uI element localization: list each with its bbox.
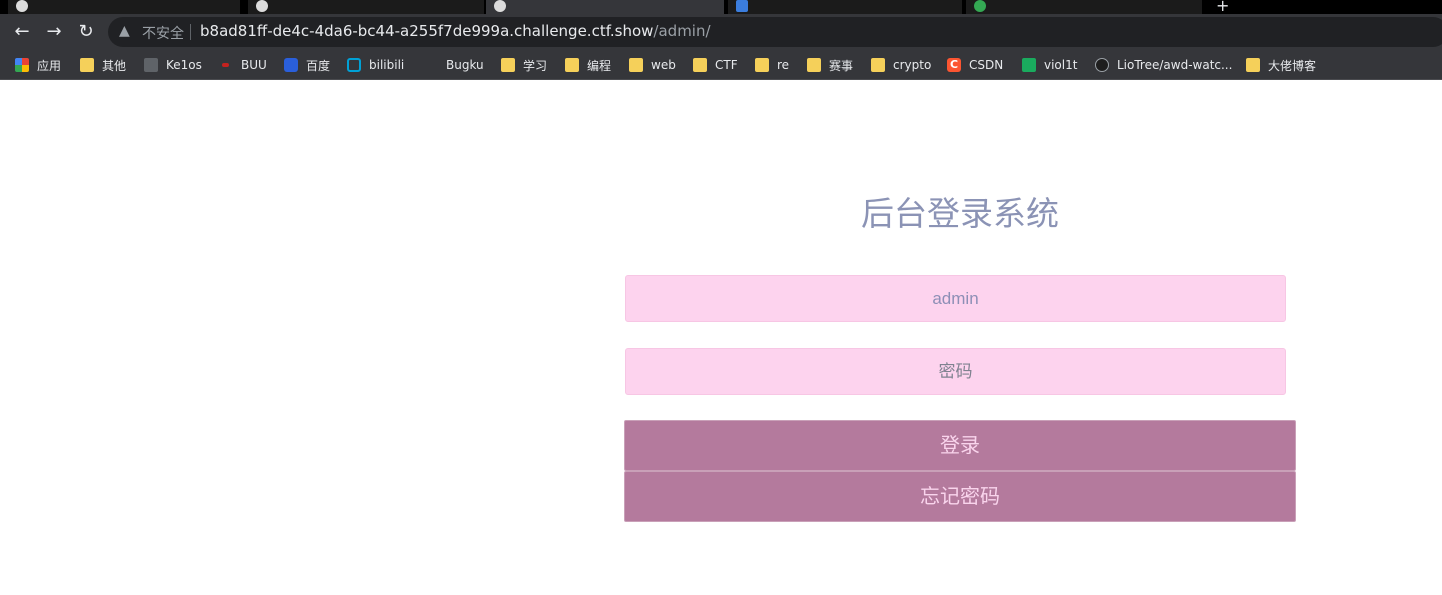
page-content: 后台登录系统 登录 忘记密码 xyxy=(0,81,1442,595)
tab-strip: + xyxy=(0,0,1442,14)
favicon-icon xyxy=(16,0,28,12)
url-text[interactable]: b8ad81ff-de4c-4da6-bc44-a255f7de999a.cha… xyxy=(200,22,711,40)
divider xyxy=(190,24,191,40)
folder-icon xyxy=(871,58,885,72)
bookmark-label: LioTree/awd-watc... xyxy=(1117,58,1233,72)
folder-icon xyxy=(565,58,579,72)
bookmark-label: 应用 xyxy=(37,58,62,73)
bookmark-github[interactable]: LioTree/awd-watc... xyxy=(1095,56,1232,74)
bookmark-baidu[interactable]: 百度 xyxy=(284,56,330,74)
bookmark-web[interactable]: web xyxy=(629,56,676,74)
tab[interactable] xyxy=(248,0,484,14)
bookmark-viol1t[interactable]: viol1t xyxy=(1022,56,1077,74)
bookmark-csdn[interactable]: C CSDN xyxy=(947,56,1003,74)
tab-active[interactable] xyxy=(486,0,724,14)
warning-icon[interactable]: ▲ xyxy=(119,23,133,39)
url-path: /admin/ xyxy=(653,22,711,40)
password-input[interactable] xyxy=(625,348,1286,395)
site-icon xyxy=(1022,58,1036,72)
site-icon xyxy=(219,58,233,72)
bookmark-bugku[interactable]: Bugku xyxy=(424,56,484,74)
address-bar[interactable]: ▲ 不安全 b8ad81ff-de4c-4da6-bc44-a255f7de99… xyxy=(108,17,1442,47)
site-icon xyxy=(144,58,158,72)
bookmark-label: 学习 xyxy=(523,58,548,73)
favicon-icon xyxy=(494,0,506,12)
forward-icon[interactable]: → xyxy=(41,19,67,45)
bookmark-label: re xyxy=(777,58,790,72)
bookmark-label: 其他 xyxy=(102,58,127,73)
bookmark-label: Bugku xyxy=(446,58,484,72)
reload-icon[interactable]: ↻ xyxy=(73,19,99,45)
favicon-icon xyxy=(736,0,748,12)
forgot-password-button[interactable]: 忘记密码 xyxy=(624,471,1296,522)
back-icon[interactable]: ← xyxy=(9,19,35,45)
bookmark-ke1os[interactable]: Ke1os xyxy=(144,56,202,74)
url-host: b8ad81ff-de4c-4da6-bc44-a255f7de999a.cha… xyxy=(200,22,654,40)
bilibili-icon xyxy=(347,58,361,72)
bookmark-label: Ke1os xyxy=(166,58,202,72)
bookmark-buu[interactable]: BUU xyxy=(219,56,267,74)
tab[interactable] xyxy=(728,0,962,14)
folder-icon xyxy=(1246,58,1260,72)
new-tab-button[interactable]: + xyxy=(1216,0,1229,14)
bookmark-label: 编程 xyxy=(587,58,612,73)
apps-grid-icon xyxy=(15,58,29,72)
security-label[interactable]: 不安全 xyxy=(142,23,184,43)
bookmark-re[interactable]: re xyxy=(755,56,789,74)
folder-icon xyxy=(807,58,821,72)
github-icon xyxy=(1095,58,1109,72)
bookmark-coding[interactable]: 编程 xyxy=(565,56,611,74)
folder-icon xyxy=(693,58,707,72)
csdn-icon: C xyxy=(947,58,961,72)
baidu-icon xyxy=(284,58,298,72)
bookmark-blogs[interactable]: 大佬博客 xyxy=(1246,56,1316,74)
folder-icon xyxy=(629,58,643,72)
favicon-icon xyxy=(974,0,986,12)
bookmark-label: CTF xyxy=(715,58,738,72)
bookmark-events[interactable]: 赛事 xyxy=(807,56,853,74)
folder-icon xyxy=(501,58,515,72)
bookmark-label: viol1t xyxy=(1044,58,1078,72)
bookmark-label: bilibili xyxy=(369,58,405,72)
bookmark-label: BUU xyxy=(241,58,267,72)
folder-icon xyxy=(80,58,94,72)
bookmark-label: CSDN xyxy=(969,58,1004,72)
bookmark-label: 百度 xyxy=(306,58,331,73)
site-icon xyxy=(424,58,438,72)
bookmark-label: 大佬博客 xyxy=(1268,58,1317,73)
bookmark-other[interactable]: 其他 xyxy=(80,56,126,74)
tab[interactable] xyxy=(8,0,240,14)
bookmark-study[interactable]: 学习 xyxy=(501,56,547,74)
folder-icon xyxy=(755,58,769,72)
bookmarks-bar: 应用 其他 Ke1os BUU 百度 bilibili Bugku 学习 编程 … xyxy=(0,49,1442,80)
login-button[interactable]: 登录 xyxy=(624,420,1296,471)
bookmark-bilibili[interactable]: bilibili xyxy=(347,56,404,74)
browser-toolbar: ← → ↻ ▲ 不安全 b8ad81ff-de4c-4da6-bc44-a255… xyxy=(0,14,1442,49)
favicon-icon xyxy=(256,0,268,12)
bookmark-label: 赛事 xyxy=(829,58,854,73)
username-input[interactable] xyxy=(625,275,1286,322)
bookmark-label: crypto xyxy=(893,58,932,72)
bookmark-ctf[interactable]: CTF xyxy=(693,56,738,74)
bookmark-crypto[interactable]: crypto xyxy=(871,56,931,74)
tab[interactable] xyxy=(966,0,1202,14)
bookmark-label: web xyxy=(651,58,676,72)
page-title: 后台登录系统 xyxy=(861,194,1059,233)
bookmark-apps[interactable]: 应用 xyxy=(15,56,61,74)
